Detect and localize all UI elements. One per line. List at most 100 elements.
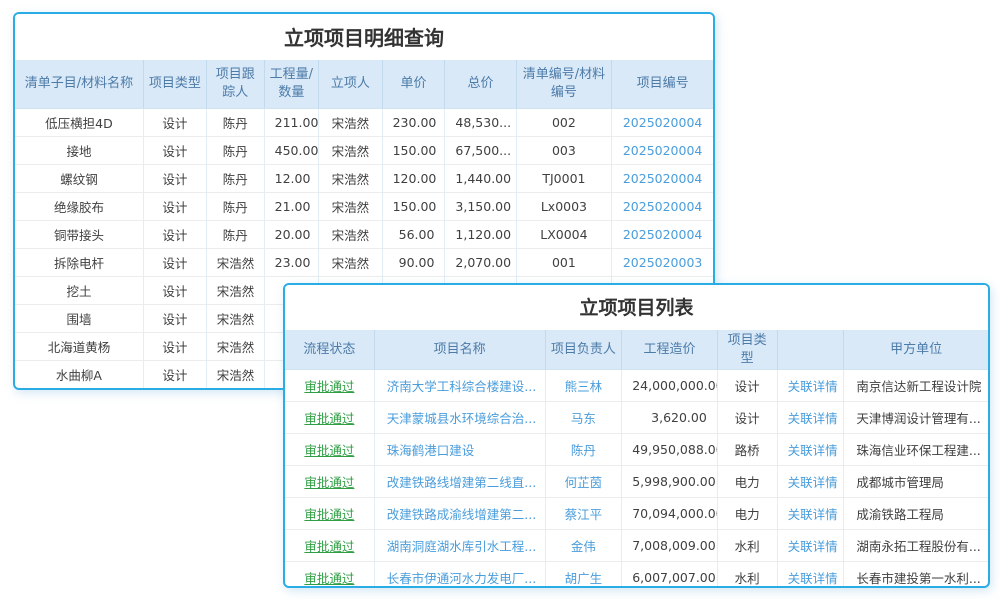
detail-link[interactable]: 关联详情 xyxy=(777,562,844,588)
table-row: 低压横担4D设计陈丹211.00宋浩然230.0048,530...002202… xyxy=(15,109,713,137)
initiator-name: 宋浩然 xyxy=(319,137,383,165)
leader-link[interactable]: 熊三林 xyxy=(545,370,622,402)
project-number-link[interactable]: 2025020004 xyxy=(612,109,713,137)
material-name: 铜带接头 xyxy=(15,221,143,249)
column-header: 项目负责人 xyxy=(545,330,622,370)
detail-link[interactable]: 关联详情 xyxy=(777,530,844,562)
status-link[interactable]: 审批通过 xyxy=(285,530,374,562)
tracker-name: 宋浩然 xyxy=(206,277,264,305)
tracker-name: 宋浩然 xyxy=(206,249,264,277)
table-row: 绝缘胶布设计陈丹21.00宋浩然150.003,150.00Lx00032025… xyxy=(15,193,713,221)
initiator-name: 宋浩然 xyxy=(319,249,383,277)
project-type: 设计 xyxy=(143,193,206,221)
client-unit: 长春市建投第一水利... xyxy=(844,562,988,588)
leader-link[interactable]: 蔡江平 xyxy=(545,498,622,530)
table-row: 审批通过天津蒙城县水环境综合治...马东3,620.00设计关联详情天津博润设计… xyxy=(285,402,988,434)
client-unit: 湖南永拓工程股份有... xyxy=(844,530,988,562)
table-row: 审批通过改建铁路成渝线增建第二...蔡江平70,094,000.00电力关联详情… xyxy=(285,498,988,530)
leader-link[interactable]: 陈丹 xyxy=(545,434,622,466)
client-unit: 南京信达新工程设计院 xyxy=(844,370,988,402)
total-price: 67,500... xyxy=(445,137,516,165)
material-name: 拆除电杆 xyxy=(15,249,143,277)
tracker-name: 宋浩然 xyxy=(206,333,264,361)
tracker-name: 陈丹 xyxy=(206,221,264,249)
quantity: 20.00 xyxy=(264,221,318,249)
leader-link[interactable]: 何芷茵 xyxy=(545,466,622,498)
status-link[interactable]: 审批通过 xyxy=(285,466,374,498)
project-number-link[interactable]: 2025020003 xyxy=(612,249,713,277)
project-name-link[interactable]: 长春市伊通河水力发电厂... xyxy=(374,562,545,588)
client-unit: 成都城市管理局 xyxy=(844,466,988,498)
unit-price: 56.00 xyxy=(382,221,445,249)
project-type: 设计 xyxy=(143,333,206,361)
table-row: 审批通过珠海鹤港口建设陈丹49,950,088.00路桥关联详情珠海信业环保工程… xyxy=(285,434,988,466)
project-cost: 7,008,009.00 xyxy=(622,530,718,562)
project-number-link[interactable]: 2025020004 xyxy=(612,165,713,193)
unit-price: 230.00 xyxy=(382,109,445,137)
project-name-link[interactable]: 济南大学工科综合楼建设... xyxy=(374,370,545,402)
leader-link[interactable]: 马东 xyxy=(545,402,622,434)
quantity: 12.00 xyxy=(264,165,318,193)
quantity: 23.00 xyxy=(264,249,318,277)
unit-price: 150.00 xyxy=(382,193,445,221)
initiator-name: 宋浩然 xyxy=(319,165,383,193)
detail-link[interactable]: 关联详情 xyxy=(777,402,844,434)
project-cost: 5,998,900.00 xyxy=(622,466,718,498)
tracker-name: 陈丹 xyxy=(206,165,264,193)
detail-link[interactable]: 关联详情 xyxy=(777,434,844,466)
status-link[interactable]: 审批通过 xyxy=(285,434,374,466)
material-name: 北海道黄杨 xyxy=(15,333,143,361)
tracker-name: 宋浩然 xyxy=(206,305,264,333)
project-number-link[interactable]: 2025020004 xyxy=(612,137,713,165)
status-link[interactable]: 审批通过 xyxy=(285,370,374,402)
project-number-link[interactable]: 2025020004 xyxy=(612,221,713,249)
leader-link[interactable]: 胡广生 xyxy=(545,562,622,588)
project-type: 设计 xyxy=(143,249,206,277)
item-code: 001 xyxy=(516,249,612,277)
project-type: 路桥 xyxy=(717,434,777,466)
detail-link[interactable]: 关联详情 xyxy=(777,370,844,402)
initiator-name: 宋浩然 xyxy=(319,109,383,137)
unit-price: 90.00 xyxy=(382,249,445,277)
status-link[interactable]: 审批通过 xyxy=(285,562,374,588)
project-name-link[interactable]: 湖南洞庭湖水库引水工程... xyxy=(374,530,545,562)
project-name-link[interactable]: 天津蒙城县水环境综合治... xyxy=(374,402,545,434)
detail-link[interactable]: 关联详情 xyxy=(777,498,844,530)
column-header: 项目名称 xyxy=(374,330,545,370)
initiator-name: 宋浩然 xyxy=(319,193,383,221)
project-name-link[interactable]: 珠海鹤港口建设 xyxy=(374,434,545,466)
table-row: 螺纹钢设计陈丹12.00宋浩然120.001,440.00TJ000120250… xyxy=(15,165,713,193)
material-name: 螺纹钢 xyxy=(15,165,143,193)
project-type: 设计 xyxy=(143,277,206,305)
project-name-link[interactable]: 改建铁路成渝线增建第二... xyxy=(374,498,545,530)
table-row: 审批通过湖南洞庭湖水库引水工程...金伟7,008,009.00水利关联详情湖南… xyxy=(285,530,988,562)
project-cost: 24,000,000.00 xyxy=(622,370,718,402)
total-price: 1,440.00 xyxy=(445,165,516,193)
panel-title: 立项项目明细查询 xyxy=(15,14,713,60)
leader-link[interactable]: 金伟 xyxy=(545,530,622,562)
material-name: 围墙 xyxy=(15,305,143,333)
item-code: Lx0003 xyxy=(516,193,612,221)
detail-link[interactable]: 关联详情 xyxy=(777,466,844,498)
client-unit: 珠海信业环保工程建... xyxy=(844,434,988,466)
tracker-name: 陈丹 xyxy=(206,193,264,221)
panel-title: 立项项目列表 xyxy=(285,285,988,330)
status-link[interactable]: 审批通过 xyxy=(285,498,374,530)
project-number-link[interactable]: 2025020004 xyxy=(612,193,713,221)
column-header: 项目跟踪人 xyxy=(206,60,264,109)
project-cost: 6,007,007.00 xyxy=(622,562,718,588)
column-header: 清单编号/材料编号 xyxy=(516,60,612,109)
project-type: 设计 xyxy=(143,165,206,193)
unit-price: 150.00 xyxy=(382,137,445,165)
status-link[interactable]: 审批通过 xyxy=(285,402,374,434)
project-list-panel: 立项项目列表 流程状态项目名称项目负责人工程造价项目类型甲方单位 审批通过济南大… xyxy=(283,283,990,588)
total-price: 2,070.00 xyxy=(445,249,516,277)
material-name: 水曲柳A xyxy=(15,361,143,389)
project-name-link[interactable]: 改建铁路线增建第二线直... xyxy=(374,466,545,498)
quantity: 450.00 xyxy=(264,137,318,165)
total-price: 48,530... xyxy=(445,109,516,137)
project-type: 水利 xyxy=(717,562,777,588)
tracker-name: 陈丹 xyxy=(206,137,264,165)
initiator-name: 宋浩然 xyxy=(319,221,383,249)
tracker-name: 陈丹 xyxy=(206,109,264,137)
